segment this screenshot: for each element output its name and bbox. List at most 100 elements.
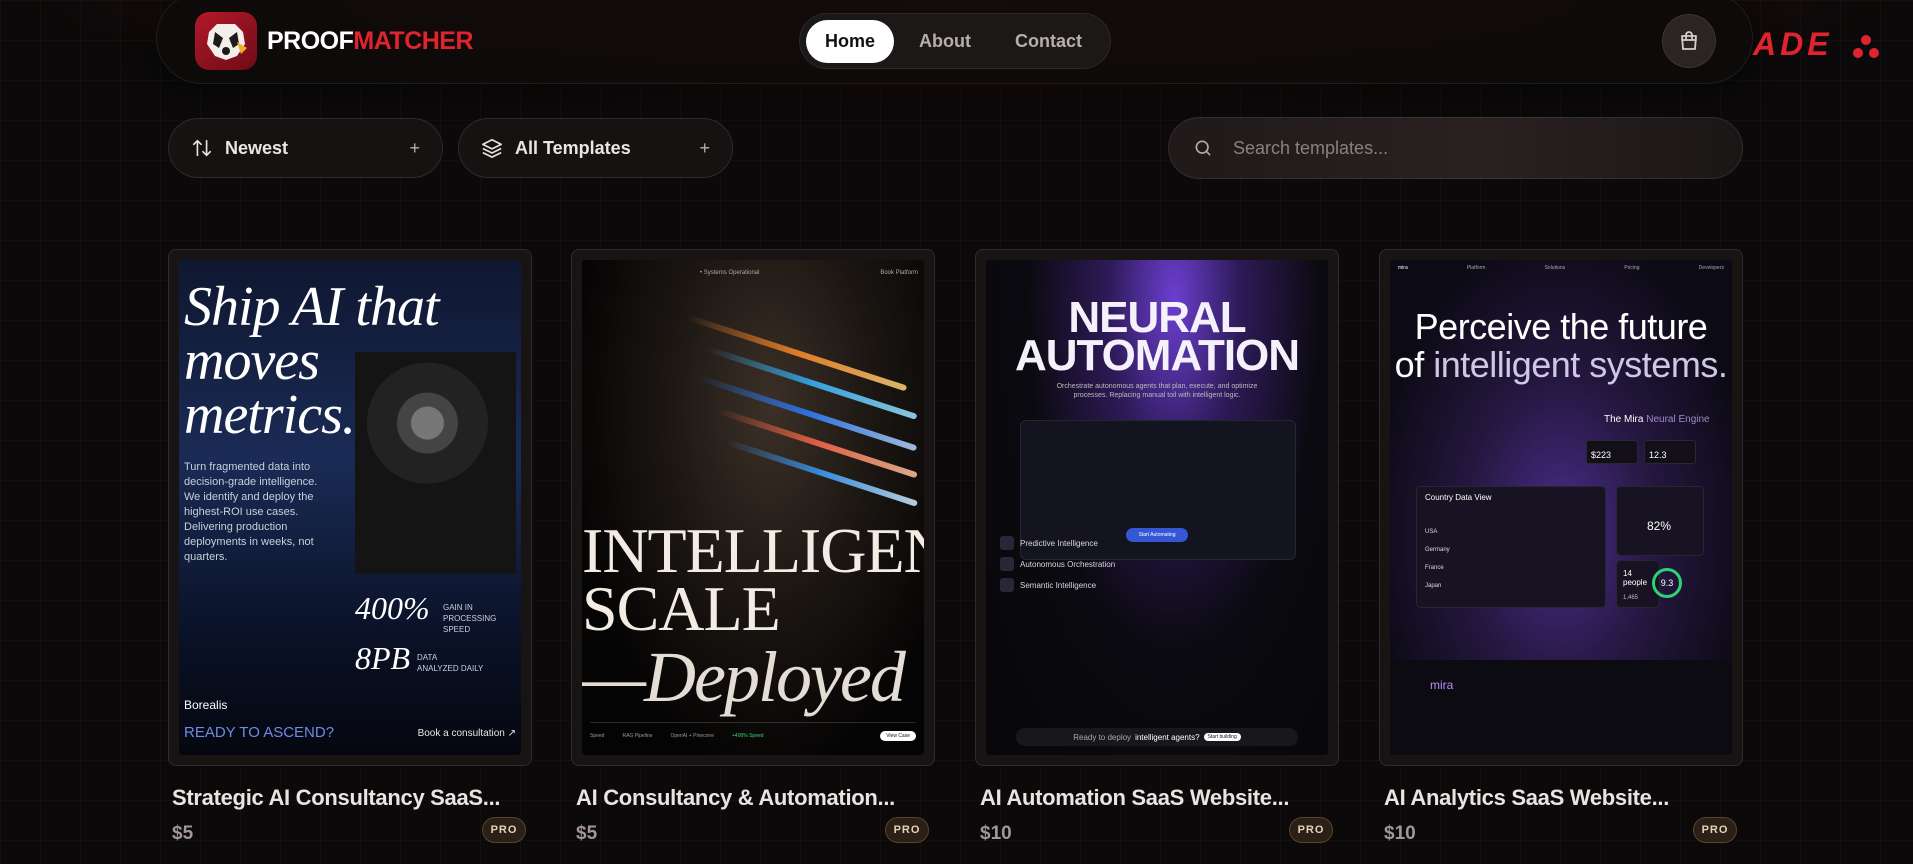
sort-plus-icon: + xyxy=(409,137,420,158)
shopping-bag-icon xyxy=(1681,31,1697,50)
preview-stat: $223 xyxy=(1586,440,1638,464)
template-card-ai-consultancy[interactable]: • Systems Operational Book Platform INTE… xyxy=(571,249,935,766)
category-label: All Templates xyxy=(515,137,631,158)
info-item: RAG Pipeline xyxy=(622,732,653,739)
sort-label: Newest xyxy=(225,137,289,158)
preview-status: • Systems Operational xyxy=(700,270,760,276)
pro-badge: PRO xyxy=(885,817,929,843)
info-item: OpenAI + Pinecone xyxy=(670,732,714,739)
stat-label-line: Gain in xyxy=(443,603,473,612)
preview-topbar: mira Platform Solutions Pricing Develope… xyxy=(1390,260,1732,276)
brand-logo[interactable]: PROOFMATCHER xyxy=(195,12,474,70)
preview-stat-value: 8PB xyxy=(355,640,411,676)
preview-nav-link: Book Platform xyxy=(880,270,918,276)
layers-icon xyxy=(482,138,502,158)
headline-part: of xyxy=(1394,344,1434,385)
preview-stat-label: Gain in processing speed xyxy=(443,602,521,635)
country-row: France xyxy=(1425,565,1444,571)
start-automating-pill: Start Automating xyxy=(1126,528,1188,542)
feature-item: Autonomous Orchestration xyxy=(1000,557,1115,571)
template-card-strategic-ai[interactable]: Ship AI that moves metrics. Turn fragmen… xyxy=(168,249,532,766)
preview-headline: of intelligent systems. xyxy=(1390,346,1732,384)
info-item: +400% Speed xyxy=(732,732,764,739)
preview-cta: READY TO ASCEND? xyxy=(184,724,335,741)
light-streak xyxy=(725,439,919,507)
preview-stat: 12.3 xyxy=(1644,440,1696,464)
cluster-dots-icon[interactable] xyxy=(1852,34,1880,60)
preview-headline-line: Ship AI that xyxy=(184,276,440,338)
nav-about[interactable]: About xyxy=(900,20,990,63)
feature-item: Semantic Intelligence xyxy=(1000,578,1096,592)
feature-item: Predictive Intelligence xyxy=(1000,536,1098,550)
nav-home[interactable]: Home xyxy=(806,19,895,63)
preview-headline: Ship AI that moves metrics. xyxy=(184,276,440,446)
preview-brand: Borealis xyxy=(184,698,228,712)
template-preview: mira Platform Solutions Pricing Develope… xyxy=(1390,260,1732,755)
preview-book-link: Book a consultation ↗ xyxy=(417,728,516,739)
search-icon xyxy=(1195,140,1211,156)
brand-wordmark: PROOFMATCHER xyxy=(267,26,474,56)
preview-bottom-banner: Ready to deploy intelligent agents? Star… xyxy=(1016,728,1298,746)
panel-title: Country Data View xyxy=(1425,493,1492,502)
preview-nav-link: Platform xyxy=(1466,265,1486,271)
preview-stat-value: 400% xyxy=(355,590,430,626)
country-row: Japan xyxy=(1425,583,1442,589)
score-ring: 9.3 xyxy=(1652,568,1682,598)
nav-contact[interactable]: Contact xyxy=(996,20,1101,63)
cart-button[interactable] xyxy=(1662,14,1716,68)
preview-logo: mira xyxy=(1398,265,1408,271)
people-count: 14 people xyxy=(1623,569,1648,587)
search-input[interactable] xyxy=(1233,137,1703,159)
preview-nav-link: Developers xyxy=(1698,265,1724,271)
card-title[interactable]: AI Analytics SaaS Website... xyxy=(1384,785,1669,811)
preview-nav-link: Pricing xyxy=(1624,265,1640,271)
preview-info-bar: Speed RAG Pipeline OpenAI + Pinecone +40… xyxy=(590,722,916,748)
feature-label: Semantic Intelligence xyxy=(1020,580,1097,590)
card-title[interactable]: AI Consultancy & Automation... xyxy=(576,785,895,811)
footer-logo: mira xyxy=(1430,678,1454,692)
feature-label: Predictive Intelligence xyxy=(1020,538,1098,548)
card-title[interactable]: Strategic AI Consultancy SaaS... xyxy=(172,785,501,811)
gauge-value: 82% xyxy=(1647,519,1672,533)
feature-label: Autonomous Orchestration xyxy=(1020,559,1116,569)
card-price: $10 xyxy=(980,823,1012,844)
preview-nav-link: Solutions xyxy=(1544,265,1566,271)
sort-dropdown[interactable]: Newest + xyxy=(168,118,443,178)
banner-text: Ready to deploy xyxy=(1073,732,1132,742)
stat-label-line: analyzed daily xyxy=(417,664,484,673)
sort-arrows-icon xyxy=(192,139,212,157)
preview-headline: Perceive the future xyxy=(1414,306,1708,347)
preview-headline-line: metrics. xyxy=(184,384,356,446)
side-promo-text: ADE xyxy=(1753,26,1833,62)
banner-pill: Start building xyxy=(1203,733,1241,741)
template-card-ai-automation[interactable]: NEURAL AUTOMATION Orchestrate autonomous… xyxy=(975,249,1339,766)
engine-label-part: The Mira xyxy=(1604,414,1647,425)
gauge-panel: 82% xyxy=(1616,486,1704,556)
badger-logo-icon xyxy=(195,12,257,70)
template-card-ai-analytics[interactable]: mira Platform Solutions Pricing Develope… xyxy=(1379,249,1743,766)
preview-headline-line: moves xyxy=(184,330,320,392)
pro-badge: PRO xyxy=(1289,817,1333,843)
card-price: $10 xyxy=(1384,823,1416,844)
search-bar[interactable] xyxy=(1168,117,1743,179)
engine-label-part: Neural Engine xyxy=(1646,414,1710,425)
card-title[interactable]: AI Automation SaaS Website... xyxy=(980,785,1289,811)
banner-emphasis: intelligent agents? xyxy=(1135,732,1200,742)
template-preview: Ship AI that moves metrics. Turn fragmen… xyxy=(179,260,521,755)
preview-body: Turn fragmented data into decision-grade… xyxy=(184,461,318,563)
preview-headline: INTELLIGENT SCALE xyxy=(582,519,924,641)
engine-label: The Mira Neural Engine xyxy=(1604,414,1710,425)
preview-footer xyxy=(1390,660,1732,755)
category-plus-icon: + xyxy=(699,137,710,158)
country-row: USA xyxy=(1425,529,1438,535)
country-data-panel: Country Data View USA Germany France Jap… xyxy=(1416,486,1606,608)
pro-badge: PRO xyxy=(1693,817,1737,843)
main-nav: Home About Contact xyxy=(799,13,1111,69)
template-preview: NEURAL AUTOMATION Orchestrate autonomous… xyxy=(986,260,1328,755)
category-dropdown[interactable]: All Templates + xyxy=(458,118,733,178)
stat-label-line: processing speed xyxy=(443,614,497,634)
headline-part: intelligent systems. xyxy=(1433,344,1728,385)
template-preview: • Systems Operational Book Platform INTE… xyxy=(582,260,924,755)
view-case-pill: View Case xyxy=(880,730,916,741)
brand-part1: PROOF xyxy=(267,26,354,55)
